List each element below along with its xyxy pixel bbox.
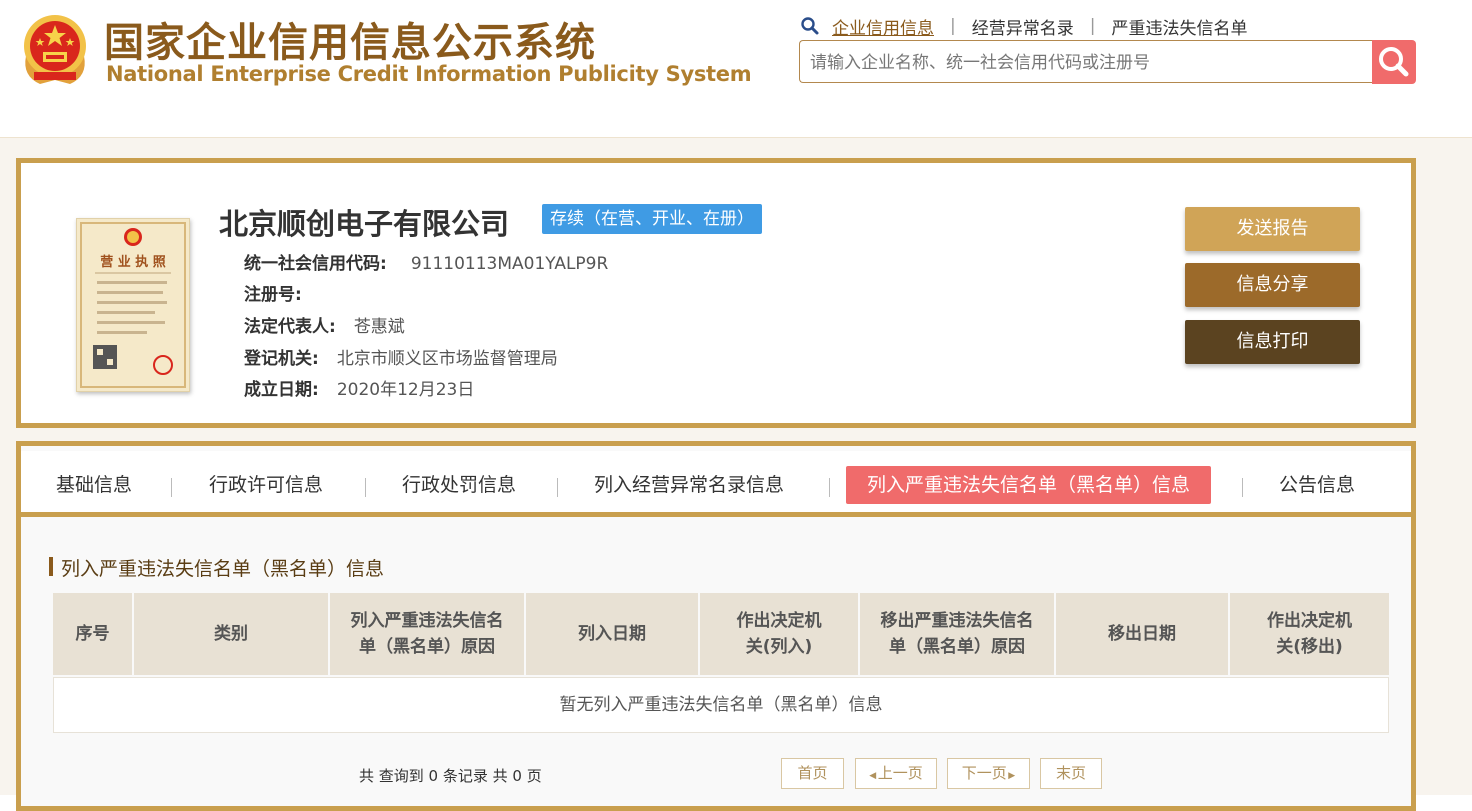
company-card: 营 业 执 照 北京顺创电子有限公司 存续（在营、开业、在册） 统一社会信用代码… — [16, 158, 1416, 428]
blacklist-table: 序号 类别 列入严重违法失信名单（黑名单）原因 列入日期 作出决定机关(列入) … — [53, 593, 1389, 735]
nav-blacklist[interactable]: 严重违法失信名单 — [1111, 14, 1247, 39]
tab-divider — [829, 478, 830, 497]
section-title: 列入严重违法失信名单（黑名单）信息 — [49, 554, 385, 581]
column-header: 类别 — [134, 593, 330, 675]
pager-first-button[interactable]: 首页 — [781, 758, 844, 789]
column-header: 移出日期 — [1056, 593, 1230, 675]
tab-bar: 基础信息 行政许可信息 行政处罚信息 列入经营异常名录信息 列入严重违法失信名单… — [21, 451, 1411, 517]
credit-code-row: 统一社会信用代码: 91110113MA01YALP9R — [244, 249, 608, 274]
record-count: 共 查询到 0 条记录 共 0 页 — [359, 767, 542, 785]
credit-code-label: 统一社会信用代码: — [244, 254, 387, 274]
legal-rep-row: 法定代表人: 苍惠斌 — [244, 312, 405, 337]
business-license-image: 营 业 执 照 — [76, 218, 190, 392]
tab-divider — [171, 478, 172, 497]
tab-divider — [1242, 478, 1243, 497]
founded-date-value: 2020年12月23日 — [336, 380, 475, 400]
site-subtitle: National Enterprise Credit Information P… — [106, 62, 752, 86]
tab-basic-info[interactable]: 基础信息 — [56, 466, 132, 504]
nav-abnormal-list[interactable]: 经营异常名录 — [972, 14, 1074, 39]
reg-authority-value: 北京市顺义区市场监督管理局 — [336, 349, 558, 369]
chevron-left-icon: ◀ — [869, 771, 877, 781]
column-header: 作出决定机关(列入) — [700, 593, 860, 675]
site-title: 国家企业信用信息公示系统 — [104, 20, 596, 66]
column-header: 列入日期 — [526, 593, 700, 675]
chevron-right-icon: ▶ — [1008, 771, 1016, 781]
tab-admin-penalty[interactable]: 行政处罚信息 — [402, 466, 516, 504]
reg-no-label: 注册号: — [244, 285, 302, 305]
national-emblem-icon — [24, 15, 86, 84]
search-input[interactable] — [808, 41, 1367, 84]
tab-admin-license[interactable]: 行政许可信息 — [209, 466, 323, 504]
legal-rep-value: 苍惠斌 — [353, 317, 405, 337]
nav-enterprise-credit[interactable]: 企业信用信息 — [832, 14, 934, 39]
section-title-text: 列入严重违法失信名单（黑名单）信息 — [61, 558, 385, 580]
nav-divider: | — [950, 16, 956, 36]
tab-abnormal-list[interactable]: 列入经营异常名录信息 — [594, 466, 784, 504]
tab-blacklist[interactable]: 列入严重违法失信名单（黑名单）信息 — [846, 466, 1212, 504]
column-header: 移出严重违法失信名单（黑名单）原因 — [860, 593, 1056, 675]
send-report-button[interactable]: 发送报告 — [1185, 207, 1360, 251]
share-info-button[interactable]: 信息分享 — [1185, 263, 1360, 307]
tab-announcements[interactable]: 公告信息 — [1279, 466, 1355, 504]
status-badge: 存续（在营、开业、在册） — [542, 204, 762, 234]
pager-next-button[interactable]: 下一页 ▶ — [947, 758, 1030, 789]
tab-divider — [365, 478, 366, 497]
pager-prev-button[interactable]: ◀ 上一页 — [855, 758, 937, 789]
column-header: 作出决定机关(移出) — [1230, 593, 1389, 675]
empty-table-message: 暂无列入严重违法失信名单（黑名单）信息 — [53, 677, 1389, 733]
top-nav: 企业信用信息 | 经营异常名录 | 严重违法失信名单 — [800, 12, 1247, 40]
magnifier-icon — [801, 17, 819, 35]
print-info-button[interactable]: 信息打印 — [1185, 320, 1360, 364]
search-button[interactable] — [1372, 40, 1416, 84]
founded-date-row: 成立日期: 2020年12月23日 — [244, 375, 474, 400]
nav-divider: | — [1089, 16, 1096, 36]
tab-divider — [557, 478, 558, 497]
reg-no-row: 注册号: — [244, 280, 320, 305]
detail-panel: 基础信息 行政许可信息 行政处罚信息 列入经营异常名录信息 列入严重违法失信名单… — [16, 441, 1416, 811]
reg-authority-label: 登记机关: — [244, 349, 319, 369]
company-name: 北京顺创电子有限公司 — [219, 207, 510, 241]
license-caption: 营 业 执 照 — [100, 255, 166, 270]
license-graphic — [80, 222, 186, 388]
pager-last-button[interactable]: 末页 — [1040, 758, 1102, 789]
reg-authority-row: 登记机关: 北京市顺义区市场监督管理局 — [244, 344, 558, 369]
credit-code-value: 91110113MA01YALP9R — [410, 254, 609, 274]
search-box — [799, 40, 1373, 84]
legal-rep-label: 法定代表人: — [244, 317, 336, 337]
search-icon — [1379, 47, 1409, 77]
site-header: 国家企业信用信息公示系统 National Enterprise Credit … — [0, 0, 1472, 138]
section-title-marker — [49, 557, 53, 576]
pager-next-label: 下一页 — [961, 764, 1007, 782]
column-header: 序号 — [53, 593, 134, 675]
column-header: 列入严重违法失信名单（黑名单）原因 — [330, 593, 526, 675]
founded-date-label: 成立日期: — [244, 380, 319, 400]
pager-prev-label: 上一页 — [877, 764, 923, 782]
